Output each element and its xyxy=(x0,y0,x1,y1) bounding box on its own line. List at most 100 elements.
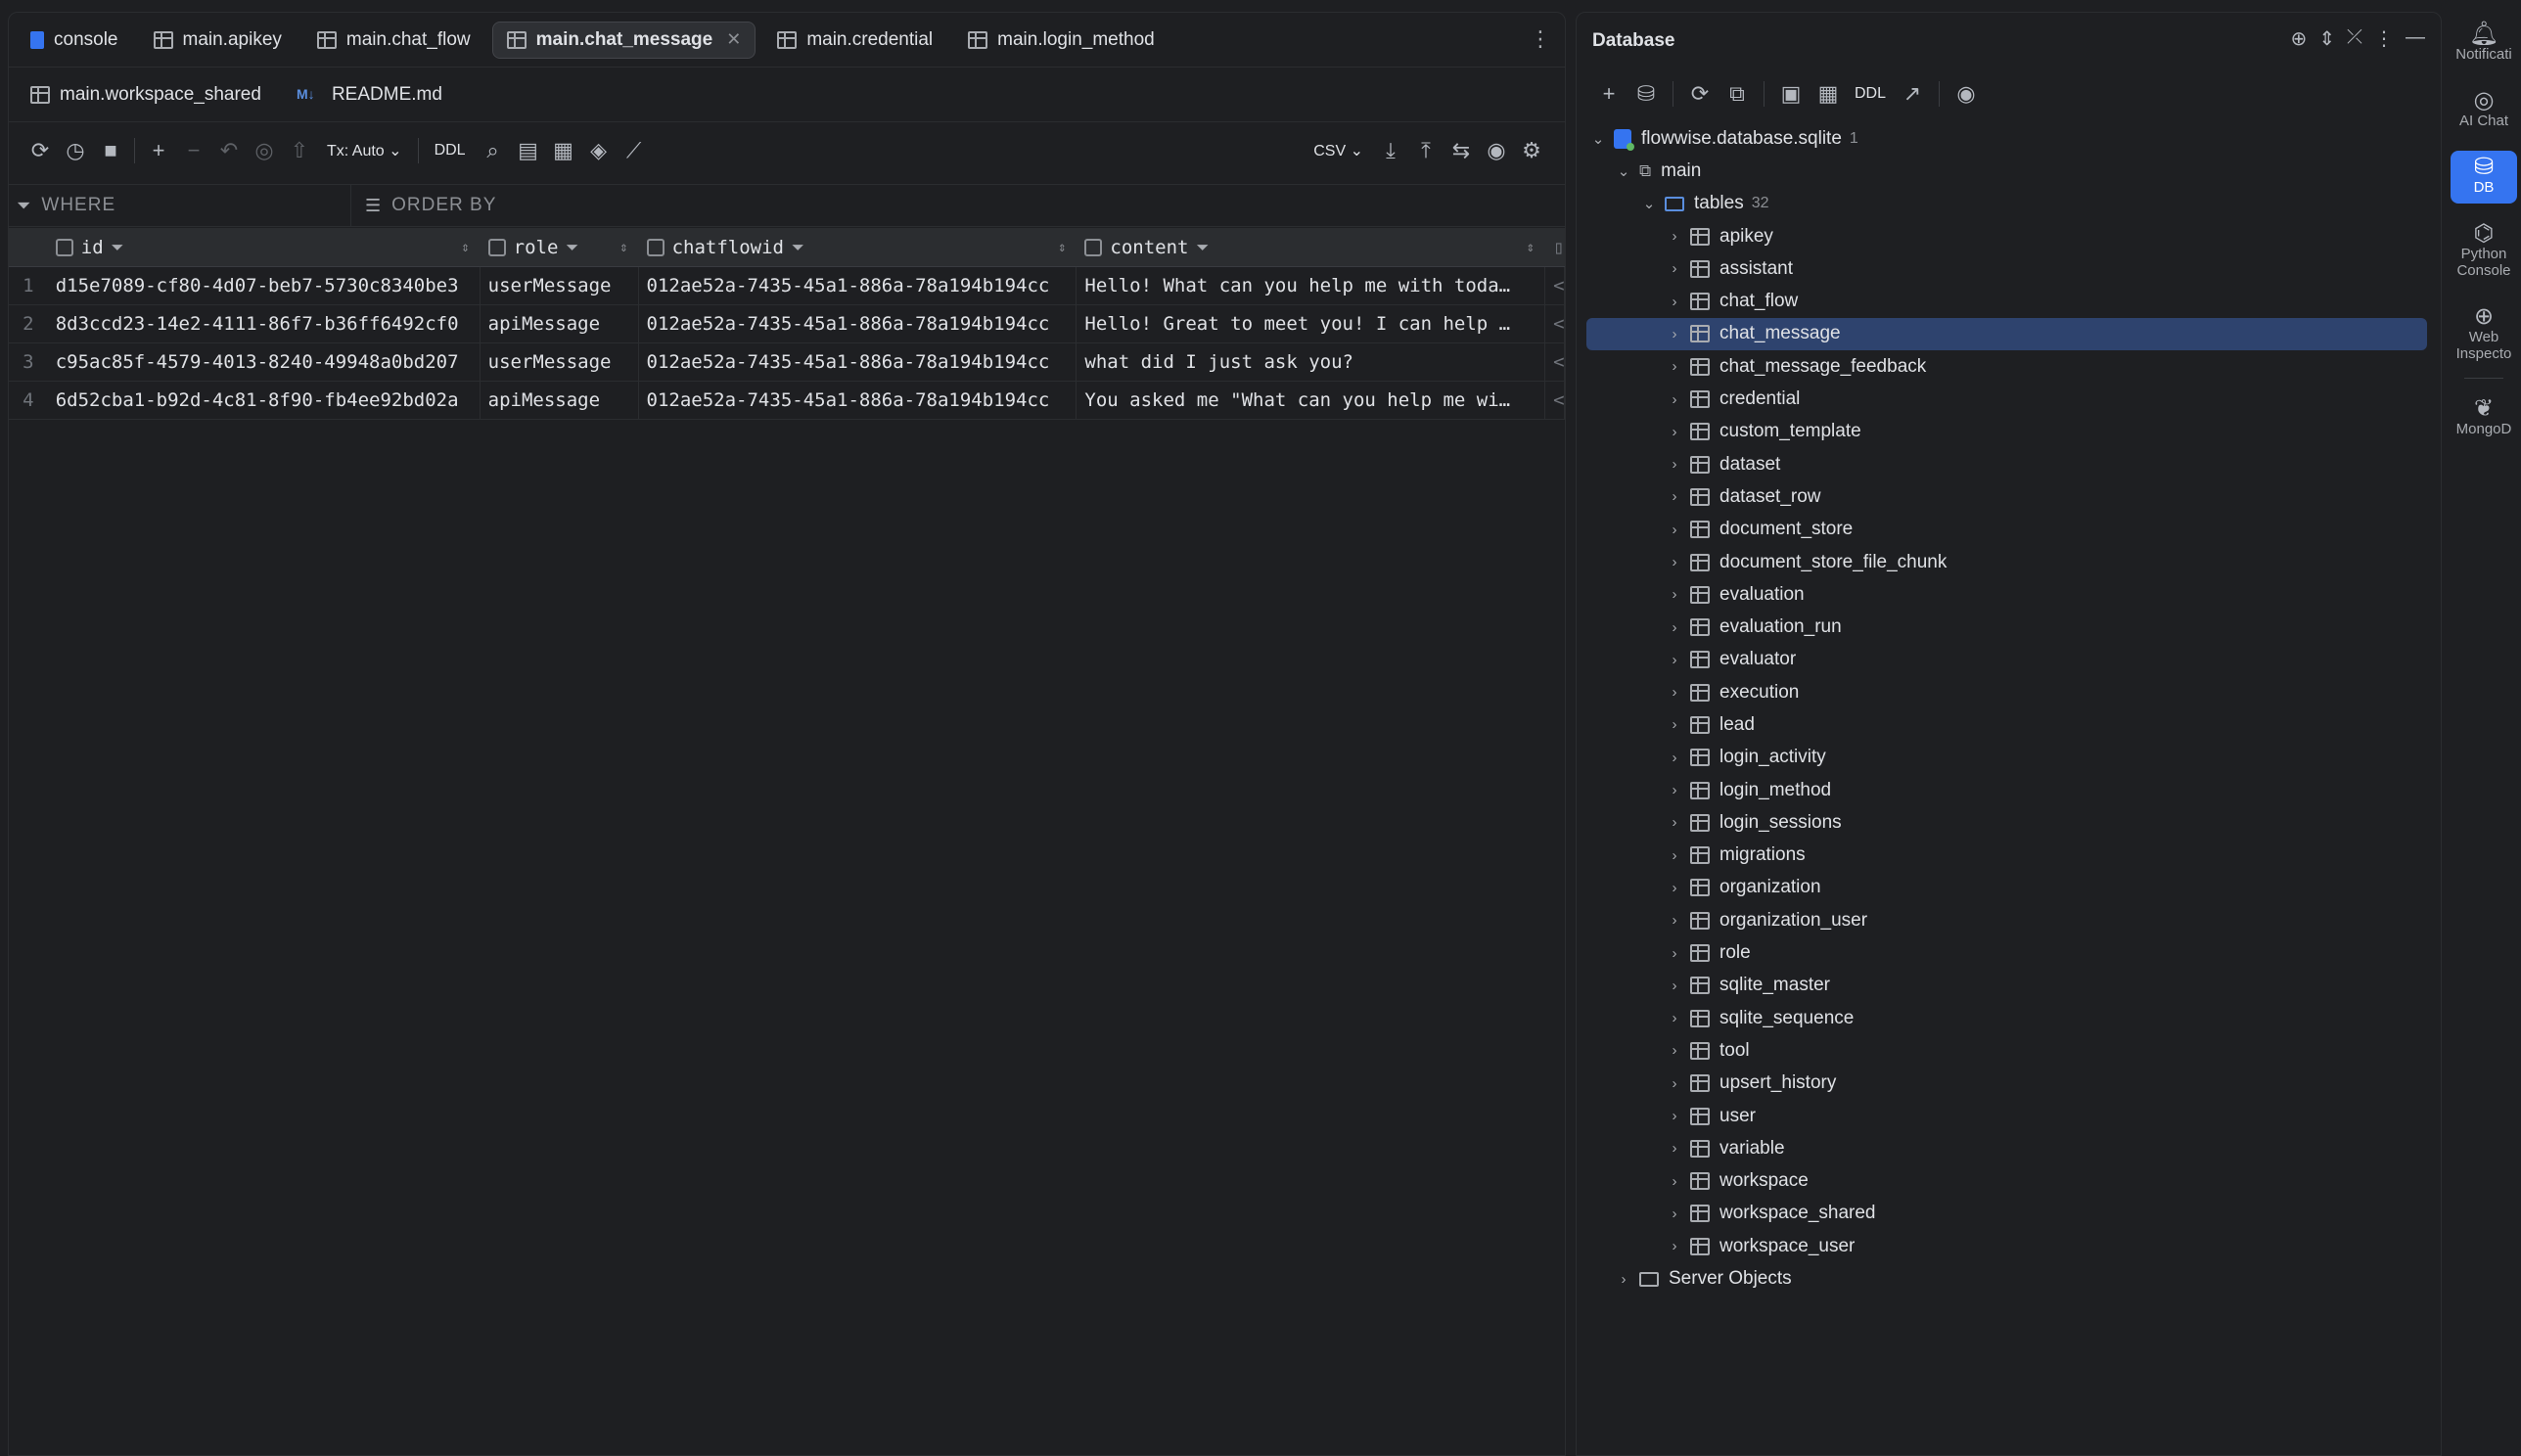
disconnect-icon[interactable]: ⧉ xyxy=(1720,76,1754,112)
tree-table-document-store[interactable]: › document_store xyxy=(1586,514,2427,546)
tree-table-login-activity[interactable]: › login_activity xyxy=(1586,742,2427,774)
chevron-right-icon[interactable]: › xyxy=(1667,716,1682,733)
tree-table-sqlite-master[interactable]: › sqlite_master xyxy=(1586,970,2427,1002)
export-format-dropdown[interactable]: CSV ⌄ xyxy=(1313,141,1363,160)
cell-id[interactable]: c95ac85f-4579-4013-8240-49948a0bd207 xyxy=(48,343,481,381)
chevron-right-icon[interactable]: › xyxy=(1667,1075,1682,1092)
chevron-right-icon[interactable]: › xyxy=(1667,619,1682,636)
tree-table-evaluation[interactable]: › evaluation xyxy=(1586,578,2427,611)
cell-content[interactable]: what did I just ask you? xyxy=(1077,343,1546,381)
tree-table-dataset[interactable]: › dataset xyxy=(1586,448,2427,480)
sort-icon[interactable]: ⇕ xyxy=(1058,240,1066,255)
table-row[interactable]: 4 6d52cba1-b92d-4c81-8f90-fb4ee92bd02a api… xyxy=(9,382,1565,420)
jump-to-source-icon[interactable]: ↗ xyxy=(1896,76,1929,112)
more-tabs-icon[interactable]: ⋮ xyxy=(1530,26,1551,52)
sort-icon[interactable]: ⇕ xyxy=(619,240,627,255)
preview-changes-icon[interactable]: ◎ xyxy=(247,133,282,168)
tab-main-apikey[interactable]: main.apikey xyxy=(140,22,296,59)
history-icon[interactable]: ◷ xyxy=(58,133,93,168)
tree-schema-main[interactable]: ⌄ ⧉ main xyxy=(1586,155,2427,187)
chevron-right-icon[interactable]: › xyxy=(1667,424,1682,440)
chevron-right-icon[interactable]: › xyxy=(1667,228,1682,245)
tree-table-chat-message[interactable]: › chat_message xyxy=(1586,317,2427,351)
search-icon[interactable]: ⌕ xyxy=(476,133,511,168)
chevron-right-icon[interactable]: › xyxy=(1667,1042,1682,1059)
tree-table-chat-message-feedback[interactable]: › chat_message_feedback xyxy=(1586,350,2427,383)
chevron-right-icon[interactable]: › xyxy=(1667,1238,1682,1254)
filter-icon[interactable]: ⏷ xyxy=(112,238,124,257)
chevron-right-icon[interactable]: › xyxy=(1616,1271,1631,1288)
view-options-icon[interactable]: ◉ xyxy=(1949,76,1983,112)
chart-icon[interactable]: ⟋ xyxy=(617,133,652,168)
chevron-right-icon[interactable]: › xyxy=(1667,847,1682,864)
chevron-right-icon[interactable]: › xyxy=(1667,586,1682,603)
where-filter-input[interactable]: ⏷ WHERE xyxy=(9,185,351,226)
chevron-right-icon[interactable]: › xyxy=(1667,1140,1682,1157)
tree-table-workspace-shared[interactable]: › workspace_shared xyxy=(1586,1198,2427,1230)
tab-console[interactable]: console xyxy=(17,22,132,59)
cell-id[interactable]: d15e7089-cf80-4d07-beb7-5730c8340be3 xyxy=(48,267,481,304)
chevron-right-icon[interactable]: › xyxy=(1667,294,1682,310)
tree-table-sqlite-sequence[interactable]: › sqlite_sequence xyxy=(1586,1002,2427,1034)
chevron-right-icon[interactable]: › xyxy=(1667,1206,1682,1222)
chevron-down-icon[interactable]: ⌄ xyxy=(1616,162,1631,180)
chevron-right-icon[interactable]: › xyxy=(1667,945,1682,962)
more-options-icon[interactable]: ⋮ xyxy=(2374,26,2394,51)
tree-table-variable[interactable]: › variable xyxy=(1586,1132,2427,1164)
close-icon[interactable]: ✕ xyxy=(726,29,741,50)
tab-main-chat-flow[interactable]: main.chat_flow xyxy=(303,22,484,59)
tree-table-assistant[interactable]: › assistant xyxy=(1586,252,2427,285)
tree-table-workspace[interactable]: › workspace xyxy=(1586,1165,2427,1198)
ddl-button[interactable]: DDL xyxy=(1855,85,1886,103)
refresh-icon[interactable]: ⟳ xyxy=(23,133,58,168)
chevron-right-icon[interactable]: › xyxy=(1667,912,1682,929)
tab-main-credential[interactable]: main.credential xyxy=(763,22,946,59)
tree-table-custom-template[interactable]: › custom_template xyxy=(1586,416,2427,448)
chevron-down-icon[interactable]: ⌄ xyxy=(1590,130,1606,148)
tree-table-credential[interactable]: › credential xyxy=(1586,383,2427,415)
tree-table-evaluator[interactable]: › evaluator xyxy=(1586,644,2427,676)
expand-all-icon[interactable]: ⇕ xyxy=(2318,26,2335,51)
cell-chatflowid[interactable]: 012ae52a-7435-45a1-886a-78a194b194cc xyxy=(639,267,1077,304)
locate-icon[interactable]: ⊕ xyxy=(2290,26,2307,51)
cell-role[interactable]: apiMessage xyxy=(481,382,639,419)
cell-role[interactable]: userMessage xyxy=(481,343,639,381)
cell-role[interactable]: apiMessage xyxy=(481,305,639,342)
chevron-right-icon[interactable]: › xyxy=(1667,880,1682,896)
sql-console-icon[interactable]: ▣ xyxy=(1774,76,1808,112)
tree-table-execution[interactable]: › execution xyxy=(1586,676,2427,708)
chevron-right-icon[interactable]: › xyxy=(1667,1108,1682,1124)
eye-icon[interactable]: ◉ xyxy=(1479,133,1514,168)
chevron-right-icon[interactable]: › xyxy=(1667,488,1682,505)
chevron-right-icon[interactable]: › xyxy=(1667,326,1682,342)
revert-icon[interactable]: ↶ xyxy=(211,133,247,168)
chevron-right-icon[interactable]: › xyxy=(1667,814,1682,831)
filter-icon[interactable]: ⏷ xyxy=(792,238,804,257)
table-editor-icon[interactable]: ▦ xyxy=(1811,76,1845,112)
tool-python-console[interactable]: ⌬ Python Console xyxy=(2451,217,2517,287)
cell-chatflowid[interactable]: 012ae52a-7435-45a1-886a-78a194b194cc xyxy=(639,343,1077,381)
submit-icon[interactable]: ⇧ xyxy=(282,133,317,168)
stop-icon[interactable]: ■ xyxy=(93,133,128,168)
chevron-right-icon[interactable]: › xyxy=(1667,391,1682,408)
tree-table-migrations[interactable]: › migrations xyxy=(1586,840,2427,872)
chevron-right-icon[interactable]: › xyxy=(1667,978,1682,994)
chevron-right-icon[interactable]: › xyxy=(1667,358,1682,375)
chevron-down-icon[interactable]: ⌄ xyxy=(1641,195,1657,212)
sort-icon[interactable]: ⇕ xyxy=(1527,240,1535,255)
cell-chatflowid[interactable]: 012ae52a-7435-45a1-886a-78a194b194cc xyxy=(639,305,1077,342)
tree-datasource[interactable]: ⌄ flowwise.database.sqlite 1 xyxy=(1586,122,2427,155)
minimize-icon[interactable]: — xyxy=(2406,26,2425,51)
cell-content[interactable]: Hello! What can you help me with toda… xyxy=(1077,267,1546,304)
chevron-right-icon[interactable]: › xyxy=(1667,684,1682,701)
collapse-all-icon[interactable]: ⤫ xyxy=(2347,26,2362,51)
tx-mode-dropdown[interactable]: Tx: Auto ⌄ xyxy=(327,141,402,160)
settings-icon[interactable]: ⚙ xyxy=(1514,133,1549,168)
sort-icon[interactable]: ⇕ xyxy=(461,240,469,255)
tree-table-lead[interactable]: › lead xyxy=(1586,708,2427,741)
view-query-icon[interactable]: ▤ xyxy=(511,133,546,168)
delete-row-icon[interactable]: − xyxy=(176,133,211,168)
filter-icon[interactable]: ⏷ xyxy=(1197,238,1210,257)
chevron-right-icon[interactable]: › xyxy=(1667,522,1682,538)
tree-table-user[interactable]: › user xyxy=(1586,1100,2427,1132)
